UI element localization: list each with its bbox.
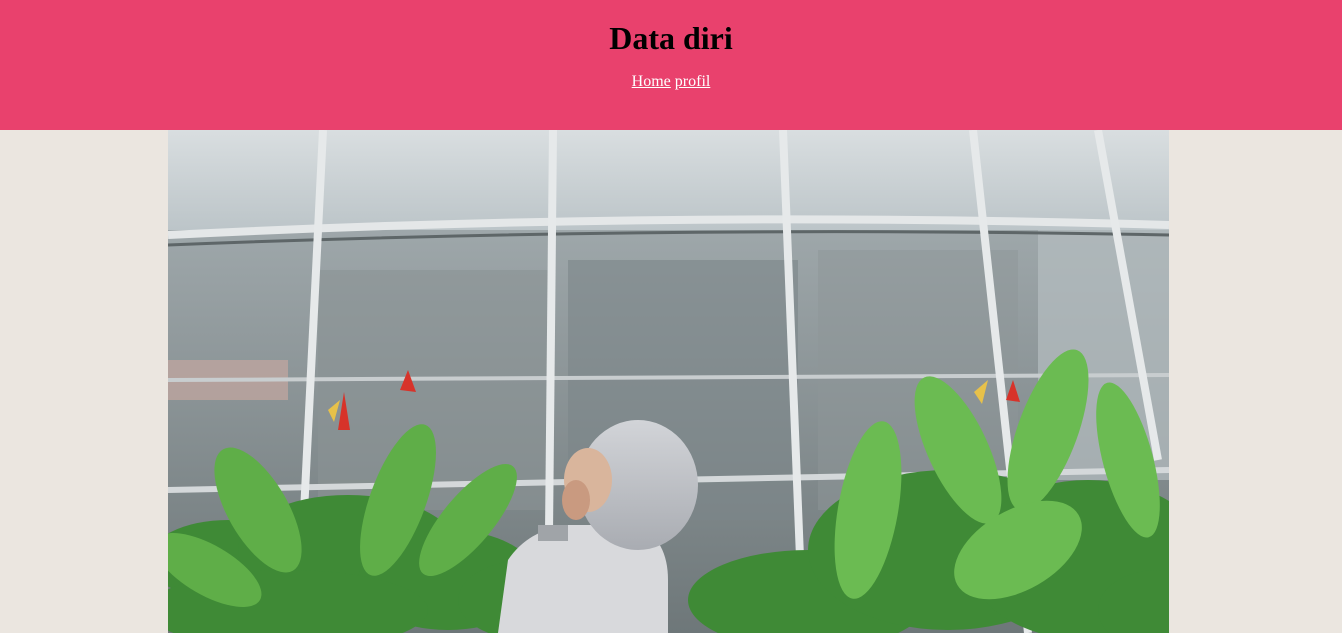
nav-links: Home profil [0,72,1342,92]
page-header: Data diri Home profil [0,0,1342,130]
profile-photo [168,130,1169,633]
nav-link-home[interactable]: Home [632,73,671,90]
nav-link-profil[interactable]: profil [675,73,711,90]
page-title: Data diri [609,20,733,56]
photo-image [168,130,1169,633]
